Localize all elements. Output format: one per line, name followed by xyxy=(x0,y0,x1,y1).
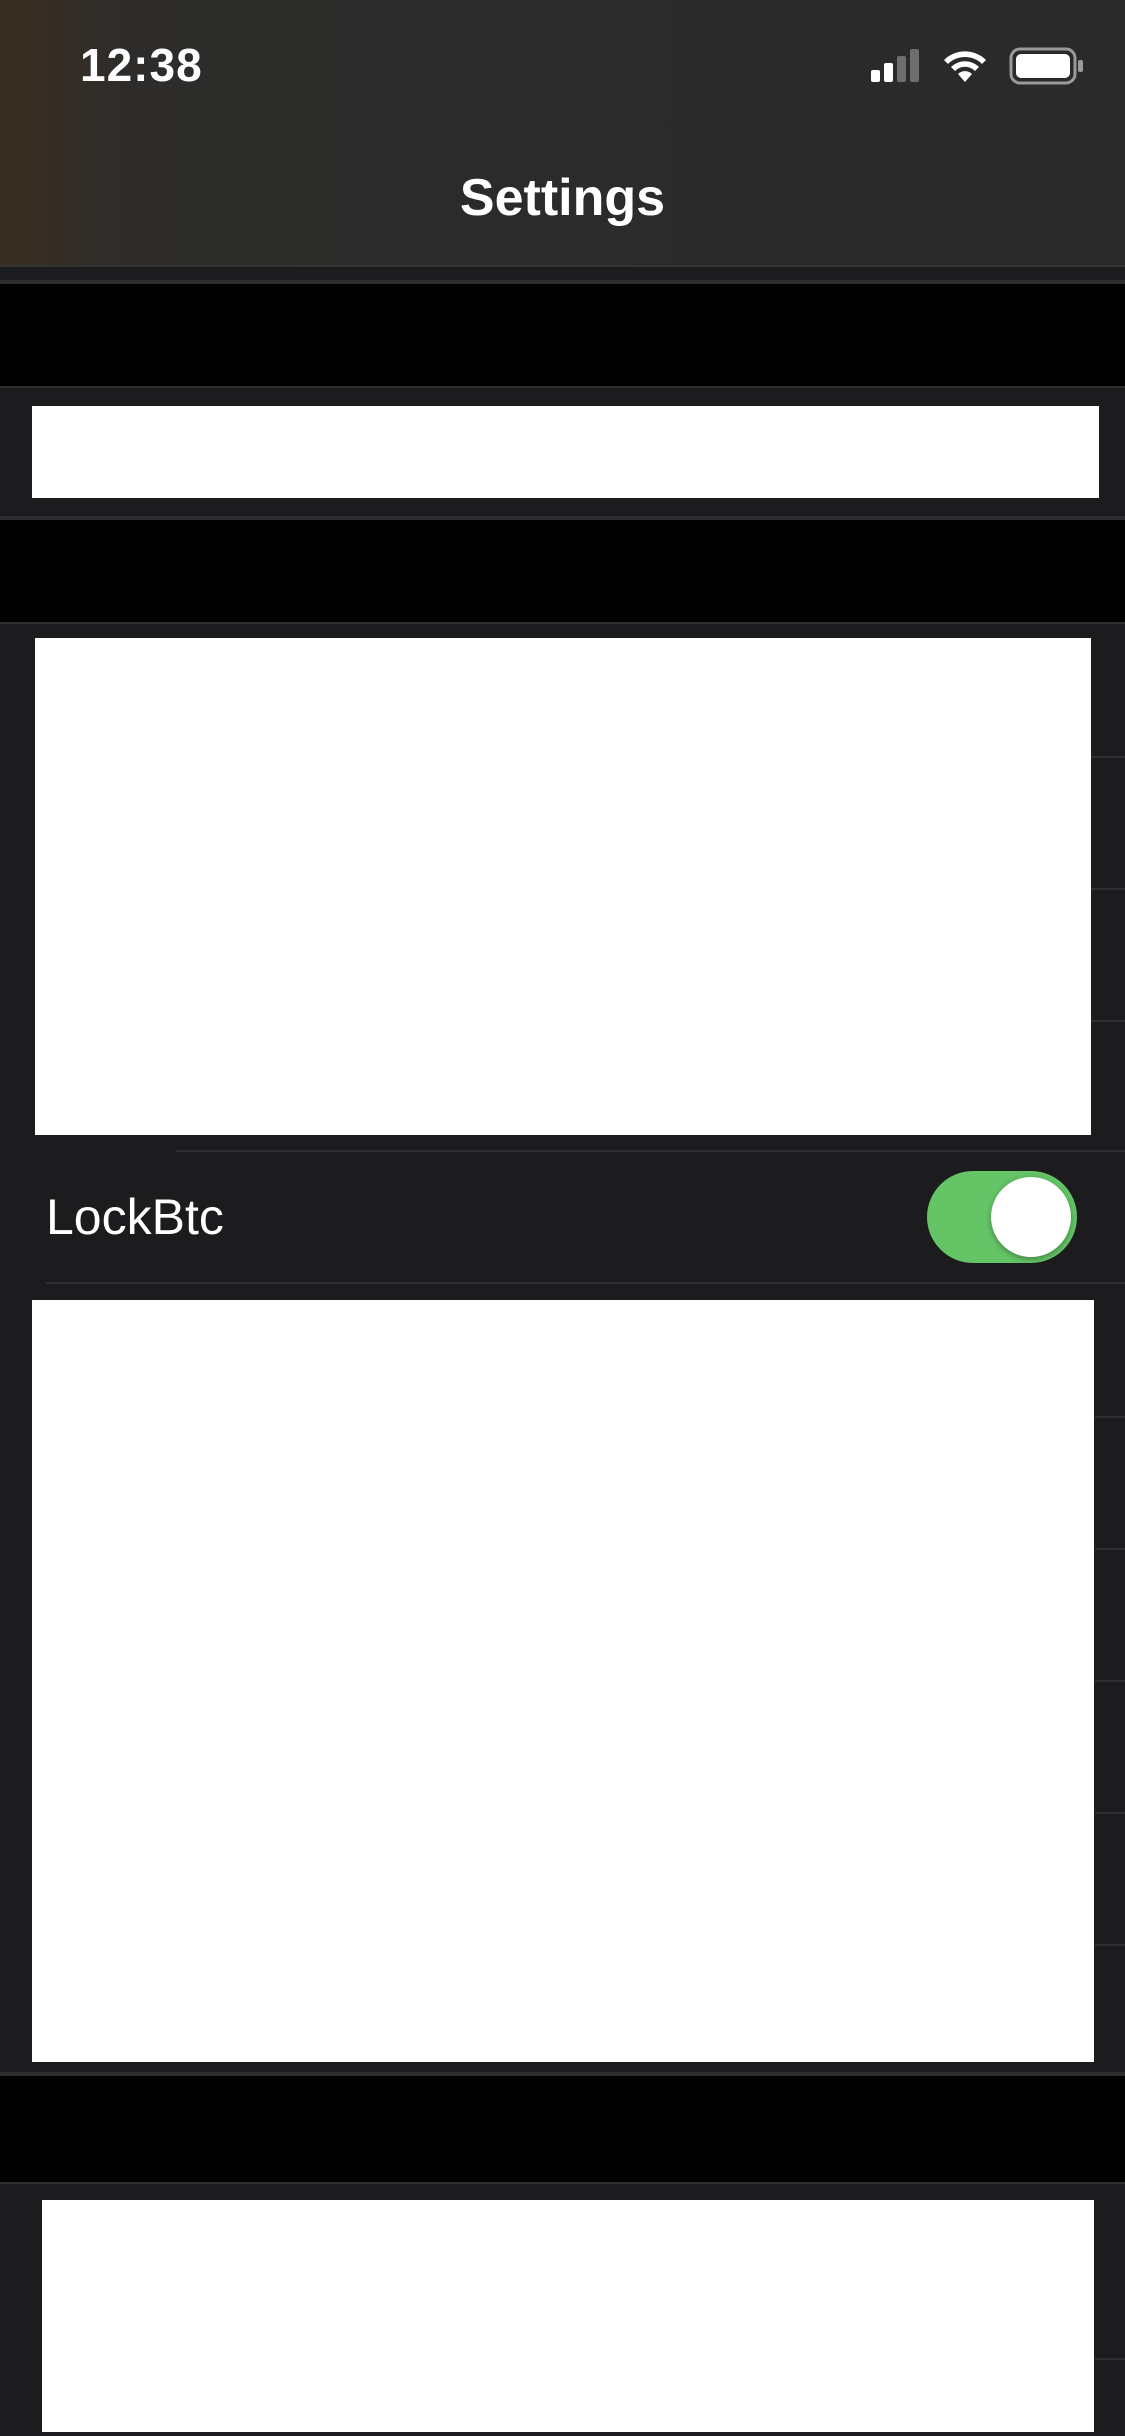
battery-icon xyxy=(1009,47,1085,90)
lockbtc-toggle[interactable] xyxy=(927,1171,1077,1263)
row-separator xyxy=(1090,888,1125,890)
settings-group xyxy=(0,388,1125,518)
row-separator xyxy=(1095,1548,1125,1550)
section-header xyxy=(0,518,1125,624)
settings-cell-placeholder[interactable] xyxy=(42,2200,1094,2432)
settings-cell-placeholder[interactable] xyxy=(32,406,1099,498)
section-header xyxy=(0,282,1125,388)
wifi-icon xyxy=(941,48,989,89)
cellular-signal-icon xyxy=(869,48,921,89)
settings-cell-placeholder[interactable] xyxy=(32,1300,1094,2062)
settings-cell-placeholder[interactable] xyxy=(35,638,1091,1135)
settings-group xyxy=(0,2184,1125,2436)
section-header xyxy=(0,2074,1125,2184)
row-separator xyxy=(1095,1812,1125,1814)
row-separator xyxy=(46,1282,1125,1284)
row-separator xyxy=(1095,2358,1125,2360)
lockbtc-label: LockBtc xyxy=(46,1189,224,1245)
status-icons xyxy=(869,47,1085,90)
status-time: 12:38 xyxy=(80,39,203,91)
settings-group: LockBtc xyxy=(0,624,1125,2074)
row-separator xyxy=(1095,1944,1125,1946)
row-separator xyxy=(1090,1020,1125,1022)
toggle-knob xyxy=(991,1177,1071,1257)
row-separator xyxy=(1095,1680,1125,1682)
row-separator xyxy=(1095,1416,1125,1418)
lockbtc-row: LockBtc xyxy=(0,1152,1125,1282)
page-title: Settings xyxy=(459,169,666,227)
settings-screen: 12:38 Settings LockBtc xyxy=(0,0,1125,2436)
row-separator xyxy=(1090,756,1125,758)
navigation-header: 12:38 Settings xyxy=(0,0,1125,267)
